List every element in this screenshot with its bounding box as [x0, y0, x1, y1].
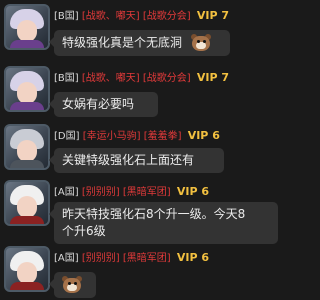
- message-text-line: 昨天特技强化石8个升一级。今天8: [62, 207, 246, 221]
- message-bubble: [49, 272, 96, 298]
- bear-emoji-icon: [61, 276, 83, 294]
- guild-branch-tag[interactable]: [羞羞拳]: [144, 131, 182, 142]
- sender-info: [B国] [战歌、嘟天] [战歌分会] VIP 7: [54, 70, 229, 86]
- guild-branch-tag[interactable]: [战歌分会]: [143, 73, 191, 84]
- message-bubble: 昨天特技强化石8个升一级。今天8 个升6级: [49, 202, 278, 244]
- server-tag: [D国]: [54, 131, 80, 142]
- vip-badge: VIP 6: [176, 185, 209, 198]
- player-avatar[interactable]: [4, 246, 50, 292]
- guild-tag[interactable]: [战歌、嘟天]: [82, 73, 140, 84]
- guild-tag[interactable]: [幸运小马驹]: [83, 131, 141, 142]
- guild-tag[interactable]: [别别别]: [82, 187, 120, 198]
- server-tag: [B国]: [54, 11, 79, 22]
- vip-badge: VIP 6: [187, 129, 220, 142]
- message-bubble: 特级强化真是个无底洞: [49, 30, 230, 56]
- message-text-line: 个升6级: [62, 224, 106, 238]
- sender-info: [A国] [别别别] [黑暗军团] VIP 6: [54, 184, 209, 200]
- sender-info: [D国] [幸运小马驹] [羞羞拳] VIP 6: [54, 128, 220, 144]
- player-avatar[interactable]: [4, 66, 50, 112]
- sender-info: [B国] [战歌、嘟天] [战歌分会] VIP 7: [54, 8, 229, 24]
- player-avatar[interactable]: [4, 124, 50, 170]
- guild-branch-tag[interactable]: [黑暗军团]: [123, 253, 171, 264]
- vip-badge: VIP 6: [176, 251, 209, 264]
- server-tag: [A国]: [54, 253, 79, 264]
- guild-tag[interactable]: [别别别]: [82, 253, 120, 264]
- guild-branch-tag[interactable]: [黑暗军团]: [123, 187, 171, 198]
- message-text: 关键特级强化石上面还有: [62, 153, 195, 167]
- vip-badge: VIP 7: [196, 71, 230, 84]
- server-tag: [A国]: [54, 187, 79, 198]
- sender-info: [A国] [别别别] [黑暗军团] VIP 6: [54, 250, 209, 266]
- vip-badge: VIP 7: [196, 9, 230, 22]
- guild-tag[interactable]: [战歌、嘟天]: [82, 11, 140, 22]
- message-bubble: 女娲有必要吗: [49, 92, 158, 117]
- server-tag: [B国]: [54, 73, 79, 84]
- message-text: 女娲有必要吗: [62, 97, 135, 111]
- bear-emoji-icon: [190, 34, 212, 52]
- guild-branch-tag[interactable]: [战歌分会]: [143, 11, 191, 22]
- player-avatar[interactable]: [4, 4, 50, 50]
- message-text: 特级强化真是个无底洞: [62, 35, 183, 50]
- message-bubble: 关键特级强化石上面还有: [49, 148, 224, 173]
- player-avatar[interactable]: [4, 180, 50, 226]
